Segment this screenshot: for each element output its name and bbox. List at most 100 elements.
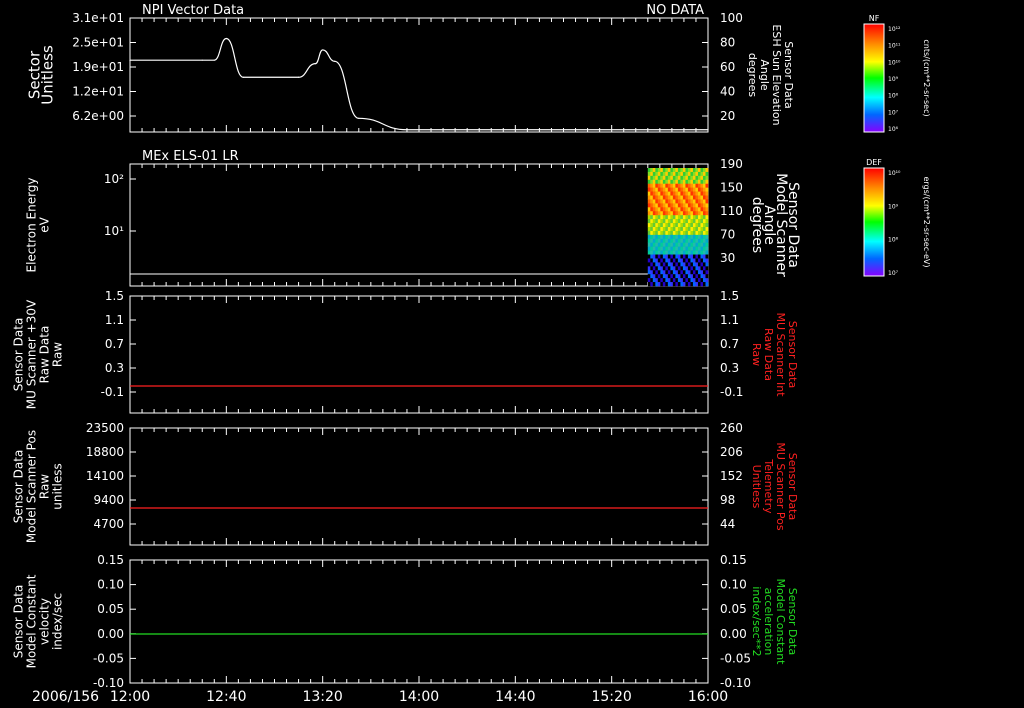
y-left-tick-label: 1.1 <box>105 313 124 327</box>
spectrogram-cell <box>705 168 709 173</box>
spectrogram-cell <box>662 195 666 200</box>
spectrogram-cell <box>670 250 674 255</box>
spectrogram-cell <box>655 274 659 279</box>
spectrogram-cell <box>705 219 709 224</box>
spectrogram-cell <box>695 168 699 173</box>
spectrogram-cell <box>672 195 676 200</box>
spectrogram-cell <box>647 187 651 192</box>
spectrogram-cell <box>690 191 694 196</box>
spectrogram-cell <box>672 203 676 208</box>
y-right-tick-label: 30 <box>720 251 735 265</box>
spectrogram-cell <box>675 230 679 236</box>
y-left-label-line: velocity <box>38 598 52 645</box>
spectrogram-cell <box>700 207 704 212</box>
spectrogram-cell <box>677 207 681 212</box>
spectrogram-cell <box>682 227 686 232</box>
colorbar-tick: 10¹¹ <box>888 43 901 50</box>
spectrogram-cell <box>690 223 694 228</box>
spectrogram-cell <box>692 223 696 228</box>
spectrogram-cell <box>685 227 689 232</box>
spectrogram-cell <box>650 266 654 271</box>
y-right-label-line: degrees <box>746 53 759 98</box>
spectrogram-cell <box>680 219 684 224</box>
spectrogram-cell <box>680 278 684 283</box>
spectrogram-cell <box>680 274 684 279</box>
spectrogram-cell <box>690 203 694 208</box>
spectrogram-cell <box>695 258 699 263</box>
spectrogram-cell <box>705 227 709 232</box>
spectrogram-cell <box>695 187 699 192</box>
y-left-label-line: MU Scanner +30V <box>25 299 39 409</box>
spectrogram-cell <box>675 168 679 173</box>
spectrogram-cell <box>697 274 701 279</box>
spectrogram-cell <box>680 250 684 255</box>
spectrogram-cell <box>695 274 699 279</box>
date-label: 2006/156 <box>32 689 99 705</box>
colorbar-tick: 10⁹ <box>888 203 899 210</box>
spectrogram-cell <box>667 199 671 204</box>
spectrogram-cell <box>702 258 706 263</box>
y-right-tick-label: 150 <box>720 181 743 195</box>
spectrogram-cell <box>695 278 699 283</box>
spectrogram-cell <box>672 211 676 216</box>
spectrogram-cell <box>670 234 674 240</box>
spectrogram-cell <box>677 183 681 188</box>
spectrogram-cell <box>697 266 701 271</box>
spectrogram-cell <box>650 211 654 216</box>
spectrogram-cell <box>685 191 689 196</box>
colorbar-tick: 10¹⁰ <box>888 170 901 177</box>
spectrogram-cell <box>655 270 659 275</box>
spectrogram-cell <box>702 242 706 247</box>
spectrogram-cell <box>705 223 709 228</box>
y-left-label: Sensor Data MU Scanner +30V Raw Data Raw <box>12 299 65 409</box>
panel-frame <box>129 163 709 287</box>
spectrogram-cell <box>655 183 659 188</box>
panel-frame <box>129 559 709 684</box>
spectrogram-cell <box>665 219 669 224</box>
spectrogram-cell <box>650 246 654 251</box>
spectrogram-cell <box>662 282 666 287</box>
spectrogram-cell <box>650 175 654 181</box>
spectrogram-cell <box>665 266 669 271</box>
spectrogram-cell <box>700 262 704 267</box>
spectrogram-cell <box>670 215 674 220</box>
spectrogram-cell <box>677 191 681 196</box>
spectrogram-cell <box>655 234 659 240</box>
spectrogram-cell <box>690 215 694 220</box>
spectrogram-cell <box>682 266 686 271</box>
colorbar-bar <box>863 167 885 277</box>
spectrogram-cell <box>685 168 689 173</box>
spectrogram-cell <box>647 234 651 240</box>
spectrogram-cell <box>672 266 676 271</box>
spectrogram-cell <box>687 223 691 228</box>
spectrogram-cell <box>692 270 696 275</box>
y-left-label-line: Sensor Data <box>12 585 26 659</box>
spectrogram-cell <box>685 175 689 181</box>
spectrogram-cell <box>660 254 664 259</box>
spectrogram-cell <box>692 215 696 220</box>
spectrogram-cell <box>675 175 679 181</box>
spectrogram-cell <box>677 223 681 228</box>
spectrogram-cell <box>670 238 674 244</box>
spectrogram-cell <box>690 278 694 283</box>
spectrogram-cell <box>687 234 691 240</box>
spectrogram-cell <box>670 179 674 185</box>
spectrogram-cell <box>652 215 656 220</box>
spectrogram-cell <box>650 207 654 212</box>
spectrogram-cell <box>657 254 661 259</box>
spectrogram-cell <box>647 274 651 279</box>
spectrogram-cell <box>655 191 659 196</box>
colorbar-tick: 10⁷ <box>888 109 899 116</box>
spectrogram-cell <box>695 270 699 275</box>
spectrogram-cell <box>697 183 701 188</box>
spectrogram-cell <box>705 230 709 236</box>
spectrogram-cell <box>697 234 701 240</box>
y-left-tick-label: -0.05 <box>93 651 124 665</box>
spectrogram-cell <box>675 219 679 224</box>
spectrogram-cell <box>690 242 694 247</box>
x-tick-label: 14:40 <box>495 689 535 705</box>
spectrogram-cell <box>697 227 701 232</box>
spectrogram-cell <box>700 234 704 240</box>
spectrogram-cell <box>667 266 671 271</box>
spectrogram-cell <box>705 207 709 212</box>
